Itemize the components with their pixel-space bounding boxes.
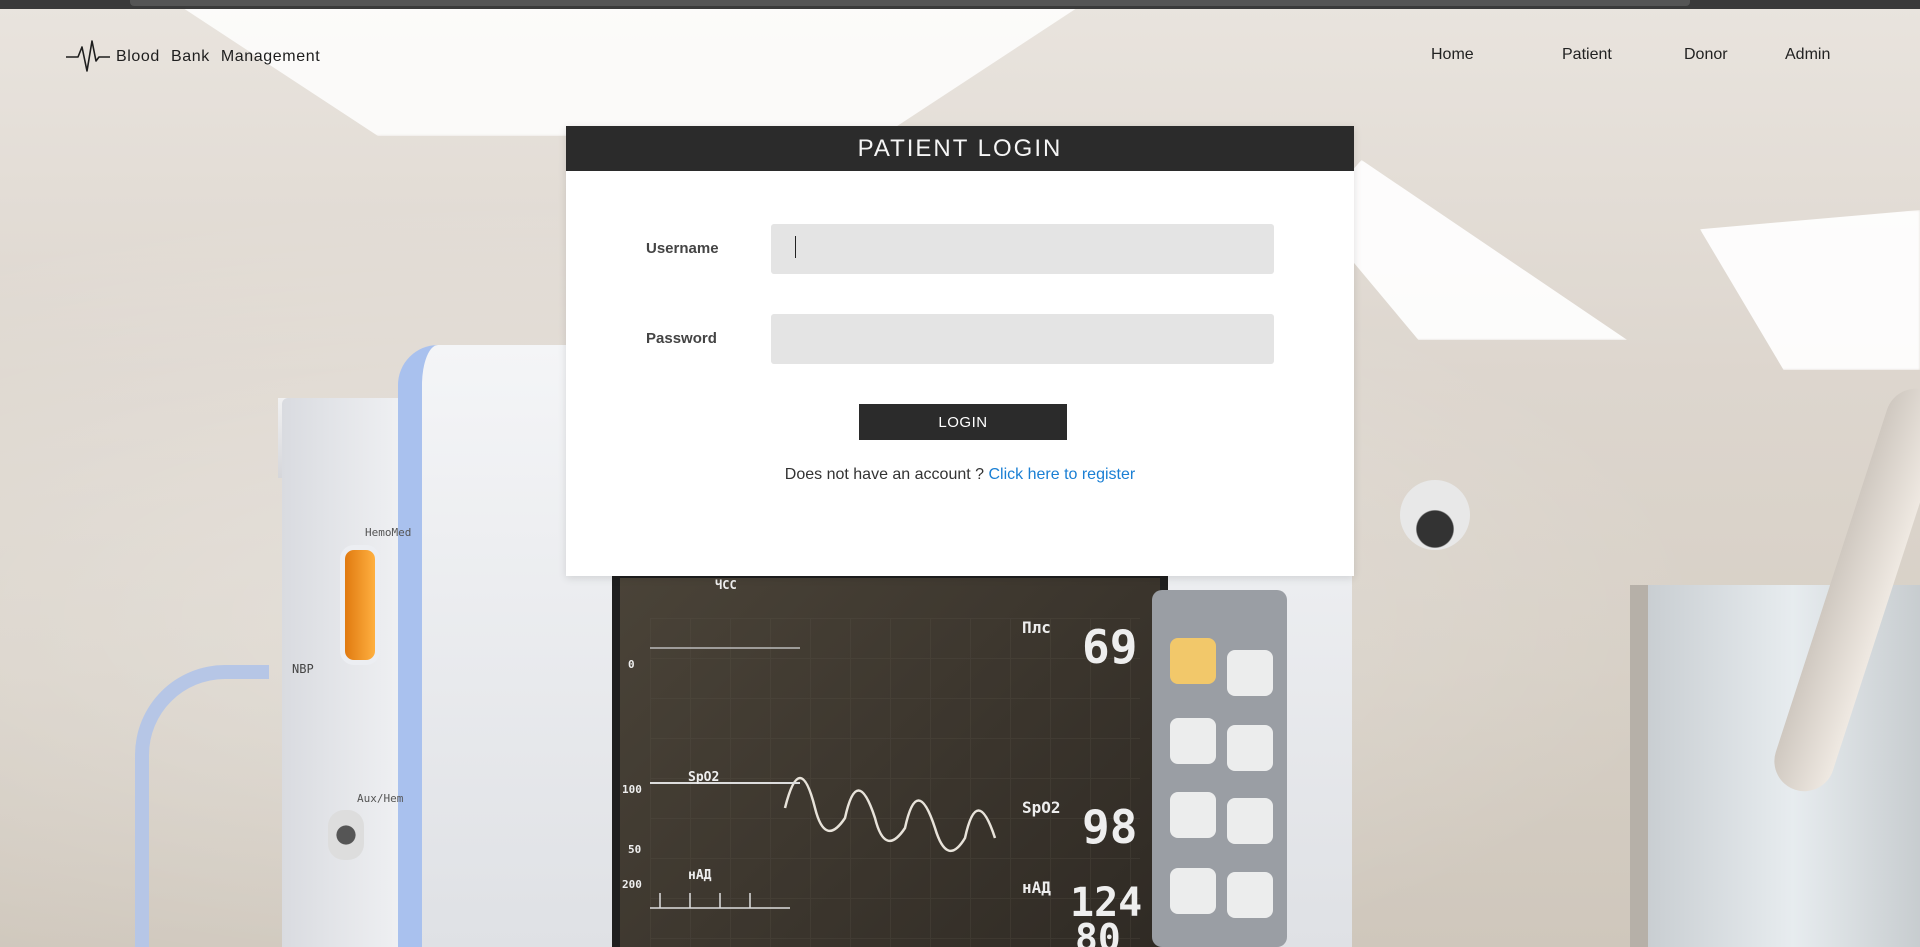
- monitor-label: SpO2: [688, 770, 720, 785]
- heartbeat-icon: [66, 37, 110, 77]
- text-cursor: [795, 236, 796, 258]
- monitor-label: SpO2: [1022, 798, 1061, 817]
- keypad-key: [1227, 650, 1273, 696]
- nav-home-link[interactable]: Home: [1431, 46, 1474, 64]
- register-prompt-line: Does not have an account ? Click here to…: [566, 466, 1354, 484]
- keypad-key: [1227, 872, 1273, 918]
- keypad-key: [1227, 798, 1273, 844]
- nav-patient-link[interactable]: Patient: [1562, 46, 1612, 64]
- register-prompt: Does not have an account ?: [784, 466, 985, 483]
- monitor-value: 80: [1075, 916, 1121, 947]
- password-input[interactable]: [771, 314, 1274, 364]
- brand[interactable]: Blood Bank Management: [66, 34, 320, 80]
- register-link[interactable]: Click here to register: [988, 466, 1135, 483]
- monitor-label: 50: [628, 843, 642, 856]
- monitor-screen: ЧСС SpO2 нАД Плс 69 SpO2 98 нАД 124 80 1…: [612, 570, 1168, 947]
- monitor-value: 69: [1082, 620, 1138, 674]
- username-row: Username: [646, 224, 1276, 274]
- monitor-value: 98: [1082, 800, 1138, 854]
- keypad-key: [1170, 868, 1216, 914]
- keypad-key: [1227, 725, 1273, 771]
- device-label: Aux/Hem: [357, 792, 404, 805]
- nav-donor-link[interactable]: Donor: [1684, 46, 1728, 64]
- device-label: NBP: [292, 662, 314, 676]
- password-label: Password: [646, 330, 717, 347]
- monitor-label: 0: [628, 658, 635, 671]
- monitor-label: Плс: [1022, 618, 1051, 637]
- password-row: Password: [646, 314, 1276, 364]
- username-label: Username: [646, 240, 719, 257]
- top-navbar: Blood Bank Management Home Patient Donor…: [0, 34, 1920, 80]
- monitor-label: 200: [622, 878, 642, 891]
- device-label: HemoMed: [365, 526, 412, 539]
- browser-top-strip: [0, 0, 1920, 9]
- keypad-key: [1170, 638, 1216, 684]
- brand-name: Blood Bank Management: [116, 48, 321, 65]
- aux-port: [328, 810, 364, 860]
- login-button[interactable]: LOGIN: [859, 404, 1067, 440]
- hemomed-port: [340, 545, 380, 665]
- keypad-key: [1170, 718, 1216, 764]
- login-title: PATIENT LOGIN: [566, 126, 1354, 171]
- security-camera: [1400, 480, 1470, 550]
- monitor-label: ЧСС: [715, 578, 737, 592]
- monitor-label: нАД: [688, 868, 712, 883]
- keypad-key: [1170, 792, 1216, 838]
- monitor-label: 100: [622, 783, 642, 796]
- nav-admin-link[interactable]: Admin: [1785, 46, 1830, 64]
- username-input[interactable]: [771, 224, 1274, 274]
- monitor-label: нАД: [1022, 878, 1051, 897]
- login-card: PATIENT LOGIN Username Password LOGIN Do…: [566, 126, 1354, 576]
- cable: [135, 665, 269, 947]
- monitor-keypad: [1152, 590, 1287, 947]
